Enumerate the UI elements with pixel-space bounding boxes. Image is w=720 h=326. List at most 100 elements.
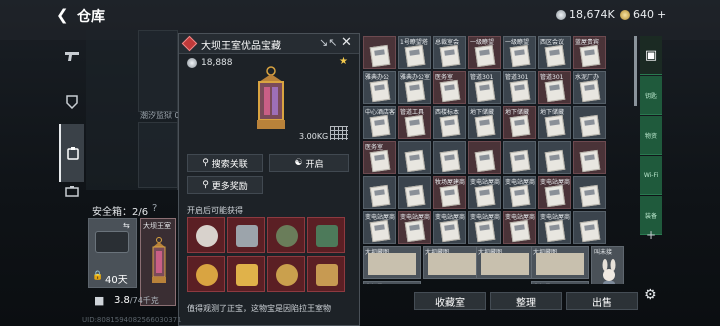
map-item[interactable]: 大坝藏图	[476, 246, 534, 279]
key-card-icon	[509, 149, 531, 173]
key-card-item[interactable]: 变电站屋商	[538, 211, 571, 244]
key-card-item[interactable]: 西楼标本	[433, 106, 466, 139]
right-tab[interactable]: Wi-Fi	[640, 156, 662, 195]
key-card-item[interactable]	[573, 141, 606, 174]
lantern-image	[257, 66, 285, 129]
key-card-item[interactable]: 地下储藏	[538, 106, 571, 139]
item-label: 变电站屋商	[400, 214, 431, 221]
collapse-icon[interactable]: ↘↖	[319, 36, 337, 49]
key-card-item[interactable]: 总裁室会	[433, 36, 466, 69]
key-card-item[interactable]: 变电站屋商	[363, 211, 396, 244]
right-tab[interactable]: 物资	[640, 116, 662, 155]
back-button[interactable]: ❮	[56, 6, 69, 24]
search-related-label: 搜索关联	[211, 159, 248, 170]
reward-slot[interactable]	[307, 256, 345, 292]
key-card-item[interactable]: 管道工具	[398, 106, 431, 139]
collection-room-button[interactable]: 收藏室	[414, 292, 486, 310]
help-icon[interactable]: ?	[152, 203, 157, 214]
key-card-item[interactable]	[398, 176, 431, 209]
key-card-item[interactable]: 变电站屋商	[468, 176, 501, 209]
reward-slot[interactable]	[187, 217, 225, 253]
add-gold-button[interactable]: +	[657, 8, 666, 21]
key-card-item[interactable]: 管道301	[468, 71, 501, 104]
map-item[interactable]: 大坝藏图	[363, 246, 421, 279]
settings-icon[interactable]: ⚙	[644, 287, 657, 303]
map-item[interactable]: 大坝藏图	[423, 246, 481, 279]
reward-slot[interactable]	[307, 217, 345, 253]
map-item[interactable]: 大坝藏图	[531, 246, 589, 279]
armor-icon[interactable]	[60, 88, 84, 116]
carry-weight: 3.8/74千克	[114, 295, 159, 306]
right-tab[interactable]: 钥匙	[640, 76, 662, 115]
key-card-icon	[544, 114, 566, 138]
key-card-icon	[474, 44, 496, 68]
key-card-item[interactable]: 变电站屋商	[433, 211, 466, 244]
key-card-item[interactable]: 一级瞭望	[503, 36, 536, 69]
key-card-item[interactable]	[538, 141, 571, 174]
reward-slot[interactable]	[267, 256, 305, 292]
reward-slot[interactable]	[187, 256, 225, 292]
search-icon: ⚲	[202, 180, 209, 190]
open-button[interactable]: ☯ 开启	[269, 154, 349, 172]
key-card-item[interactable]	[573, 106, 606, 139]
safe-case-slot[interactable]: ⇆ 🔒 40天	[88, 218, 137, 288]
key-card-item[interactable]: 1号瞭望塔	[398, 36, 431, 69]
equipment-slot[interactable]	[138, 30, 178, 112]
item-label: 医务室	[435, 74, 454, 81]
grid-scrollbar[interactable]	[634, 36, 637, 106]
key-card-icon	[439, 184, 461, 208]
sell-button[interactable]: 出售	[566, 292, 638, 310]
backpack-icon[interactable]	[59, 124, 84, 182]
reward-slot[interactable]	[227, 217, 265, 253]
key-card-item[interactable]	[398, 141, 431, 174]
key-card-item[interactable]: 变电站屋商	[503, 176, 536, 209]
container-slot[interactable]	[138, 122, 178, 188]
add-tab-button[interactable]: +	[646, 228, 656, 242]
key-card-item[interactable]: 雅典办公室	[398, 71, 431, 104]
reward-slot[interactable]	[267, 217, 305, 253]
key-card-item[interactable]: 医务室	[363, 141, 396, 174]
gold-currency[interactable]: 640 +	[620, 8, 666, 21]
key-card-item[interactable]: 中心酒店客	[363, 106, 396, 139]
key-card-item[interactable]: 一级瞭望	[468, 36, 501, 69]
key-card-item[interactable]	[503, 141, 536, 174]
safe-box-title: 安全箱：2/6	[92, 207, 149, 218]
reward-slot[interactable]	[227, 256, 265, 292]
key-card-item[interactable]: 管道301	[538, 71, 571, 104]
bunny-figure-item[interactable]: 叫未接	[591, 246, 624, 284]
key-card-item[interactable]	[363, 176, 396, 209]
close-icon[interactable]: ✕	[341, 35, 352, 50]
key-card-item[interactable]: 变电站屋商	[468, 211, 501, 244]
key-card-item[interactable]: 变电站屋商	[398, 211, 431, 244]
key-card-item[interactable]: 蓝屋贵宾	[573, 36, 606, 69]
key-card-item[interactable]: 地下储藏	[468, 106, 501, 139]
key-card-item[interactable]: 医务室	[433, 71, 466, 104]
tab-overview[interactable]: ▣	[640, 36, 662, 75]
key-card-item[interactable]	[573, 211, 606, 244]
reward-label: 开启后可能获得	[187, 206, 243, 215]
key-card-item[interactable]: 管道301	[503, 71, 536, 104]
pistol-icon[interactable]	[60, 42, 84, 70]
key-card-item[interactable]	[573, 176, 606, 209]
favorite-star-icon[interactable]: ★	[339, 56, 348, 67]
map-item[interactable]: 大坝藏图	[531, 281, 589, 284]
key-card-item[interactable]: 水泥厂办	[573, 71, 606, 104]
key-card-item[interactable]	[433, 141, 466, 174]
search-related-button[interactable]: ⚲ 搜索关联	[187, 154, 263, 172]
map-item[interactable]: 大坝藏图	[363, 281, 421, 284]
key-card-item[interactable]: 雅典办公	[363, 71, 396, 104]
key-card-item[interactable]: 变电站屋商	[538, 176, 571, 209]
key-card-item[interactable]: 西区会议	[538, 36, 571, 69]
popup-title: 大坝王室优品宝藏	[201, 41, 281, 52]
briefcase-icon[interactable]	[60, 177, 84, 205]
key-card-item[interactable]	[363, 36, 396, 69]
key-card-item[interactable]: 地下储藏	[503, 106, 536, 139]
key-card-item[interactable]	[468, 141, 501, 174]
key-card-icon	[509, 114, 531, 138]
key-card-icon	[474, 184, 496, 208]
lantern-item-label: 大坝王室	[143, 222, 171, 230]
key-card-item[interactable]: 牧场屋建商	[433, 176, 466, 209]
key-card-item[interactable]: 变电站屋商	[503, 211, 536, 244]
more-rewards-button[interactable]: ⚲ 更多奖励	[187, 176, 263, 194]
sort-button[interactable]: 整理	[490, 292, 562, 310]
